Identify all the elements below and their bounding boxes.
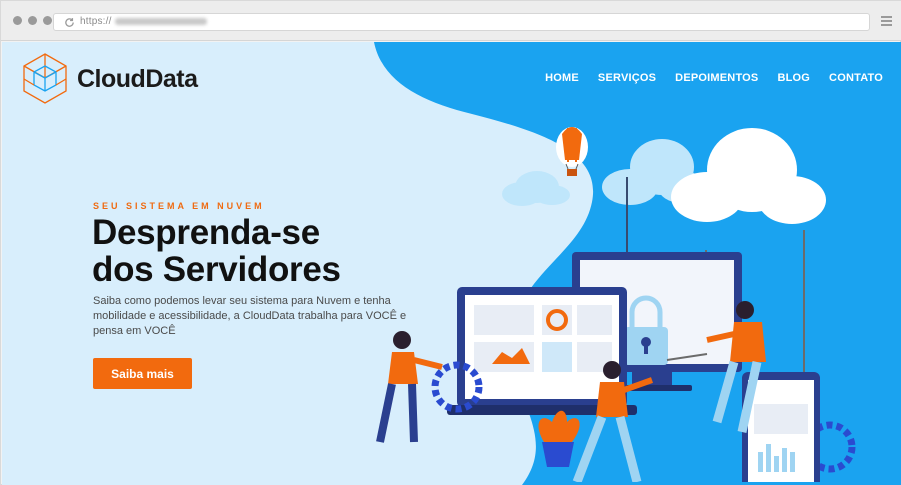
window-dot[interactable] xyxy=(13,16,22,25)
nav-blog[interactable]: BLOG xyxy=(777,72,810,84)
url-text: https:// xyxy=(80,16,207,27)
hero-headline: Desprenda-se dos Servidores xyxy=(92,214,341,288)
nav-servicos[interactable]: SERVIÇOS xyxy=(598,72,656,84)
headline-line-1: Desprenda-se xyxy=(92,213,320,252)
nav-contato[interactable]: CONTATO xyxy=(829,72,883,84)
hero-illustration xyxy=(376,127,856,482)
reload-icon[interactable] xyxy=(64,17,75,28)
window-dot[interactable] xyxy=(28,16,37,25)
cloud-icon xyxy=(671,128,826,224)
main-nav: HOME SERVIÇOS DEPOIMENTOS BLOG CONTATO xyxy=(545,72,883,84)
url-blurred xyxy=(114,17,207,25)
hamburger-menu-icon[interactable] xyxy=(881,16,892,28)
address-bar[interactable]: https:// xyxy=(53,13,870,31)
person-figure xyxy=(376,331,443,443)
nav-depoimentos[interactable]: DEPOIMENTOS xyxy=(675,72,758,84)
logo[interactable]: CloudData xyxy=(16,50,198,108)
browser-chrome: https:// xyxy=(1,1,901,41)
window-dot[interactable] xyxy=(43,16,52,25)
window-controls xyxy=(13,16,52,25)
hero-eyebrow: SEU SISTEMA EM NUVEM xyxy=(93,201,265,211)
hot-air-balloon-icon xyxy=(556,127,588,176)
headline-line-2: dos Servidores xyxy=(92,250,341,289)
saiba-mais-button[interactable]: Saiba mais xyxy=(93,358,192,389)
logo-cube-icon xyxy=(23,53,67,104)
page-viewport: CloudData HOME SERVIÇOS DEPOIMENTOS BLOG… xyxy=(2,42,901,485)
browser-window: https:// CloudData HOME SERVIÇOS DEPOIME… xyxy=(0,0,901,485)
logo-text: CloudData xyxy=(77,64,198,93)
nav-home[interactable]: HOME xyxy=(545,72,579,84)
hero-description: Saiba como podemos levar seu sistema par… xyxy=(93,295,407,337)
url-prefix: https:// xyxy=(80,16,112,27)
cloud-icon xyxy=(502,171,570,206)
